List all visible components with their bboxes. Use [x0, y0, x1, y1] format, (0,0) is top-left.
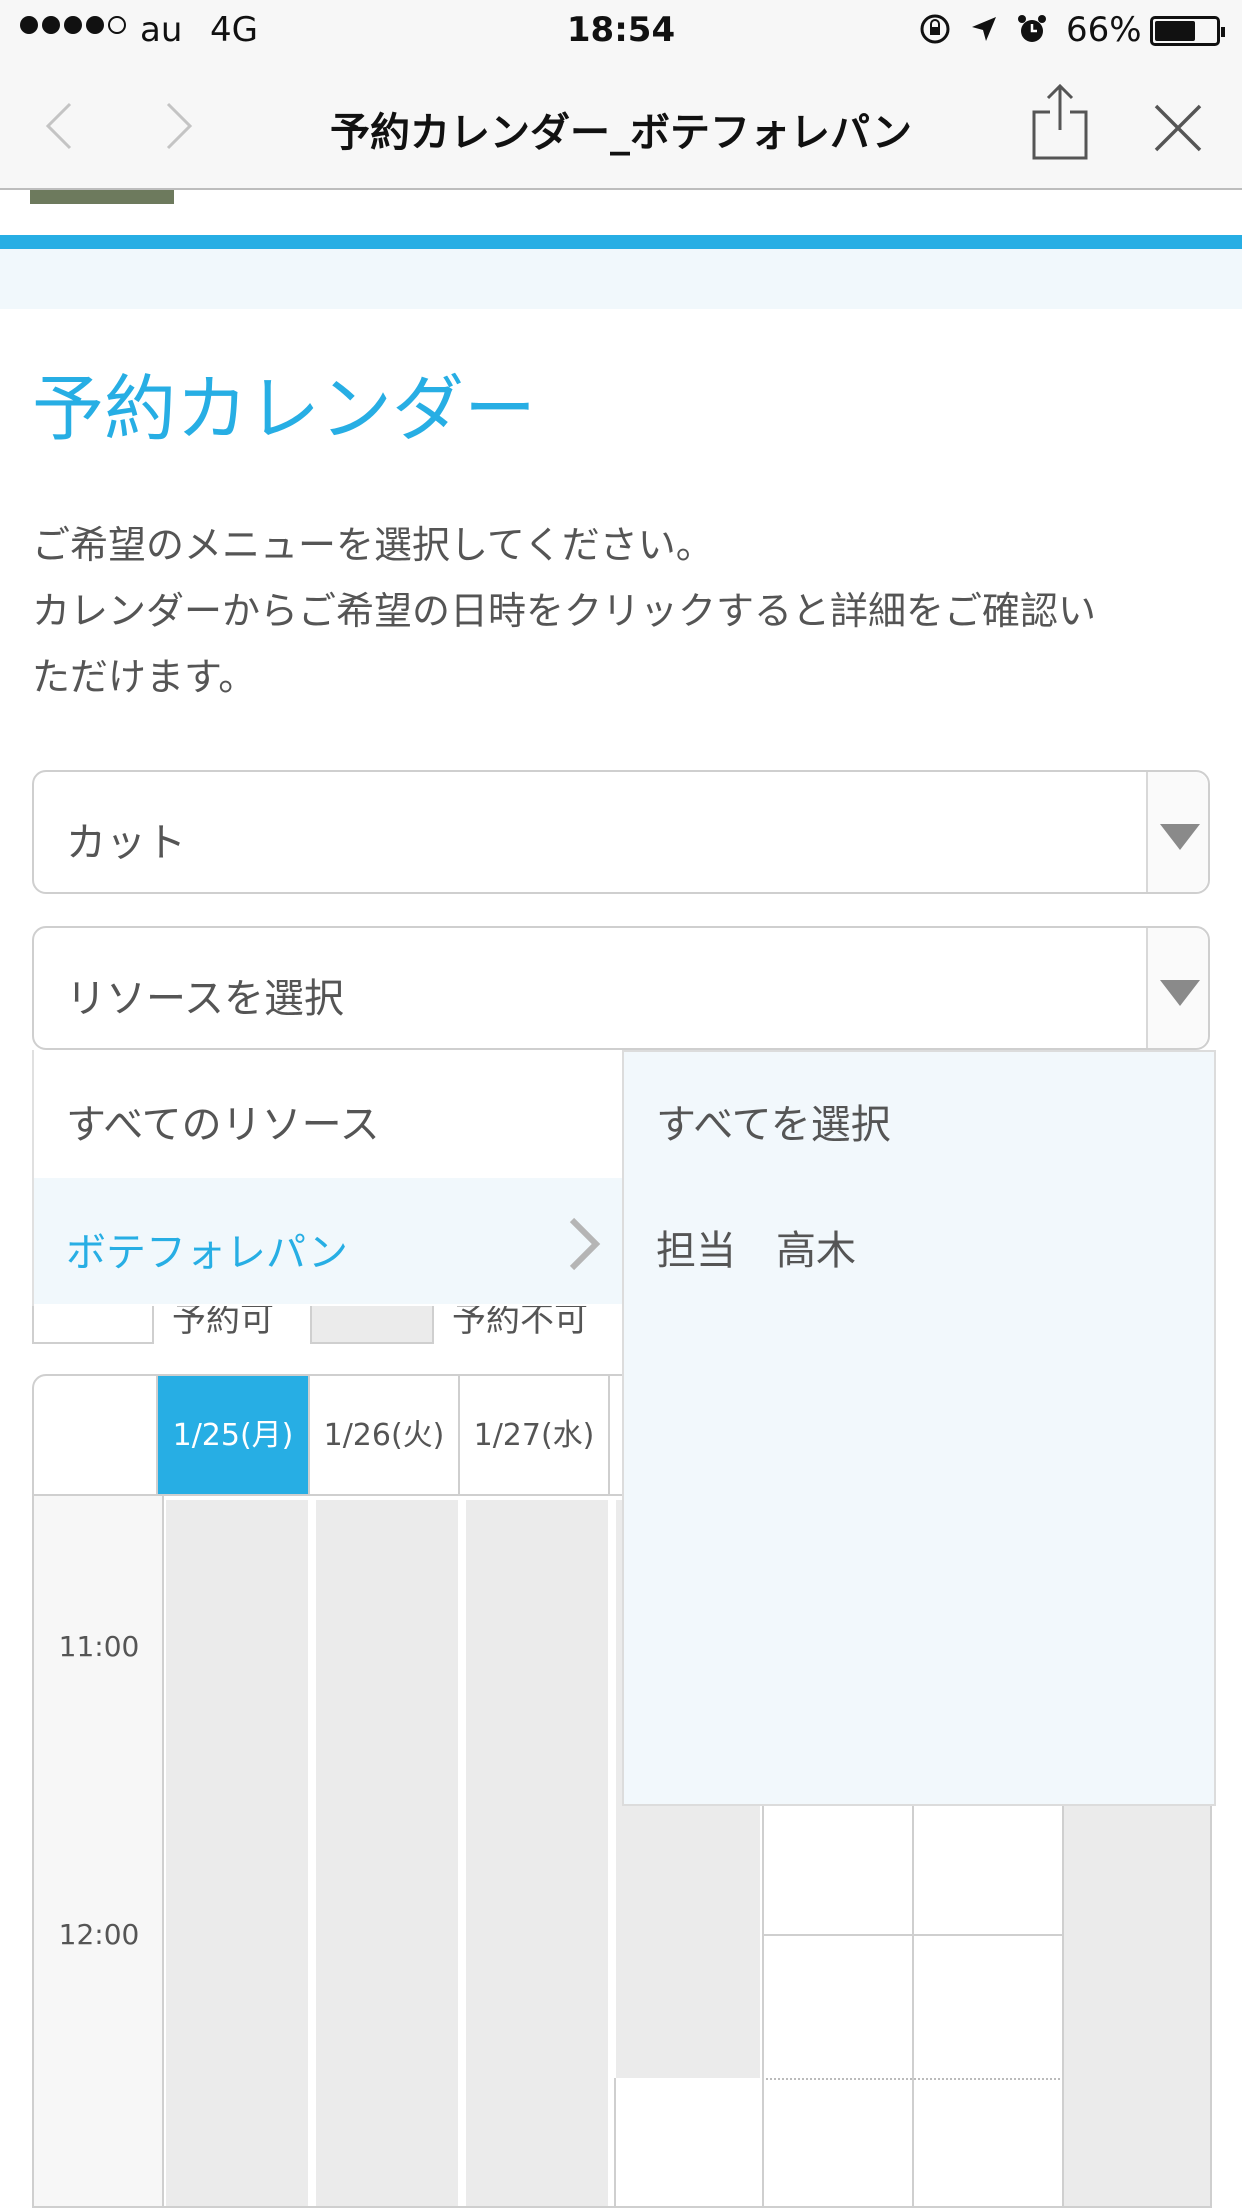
site-logo-thumbnail: [30, 190, 174, 204]
resource-dropdown: すべてのリソース ボテフォレパン すべてを選択 担当 高木: [32, 1050, 1216, 1806]
header-band: [0, 249, 1242, 309]
description-line: ただけます。: [32, 655, 257, 699]
description-line: カレンダーからご希望の日時をクリックすると詳細をご確認い: [32, 589, 1097, 633]
calendar-slot[interactable]: [912, 1934, 1064, 2206]
calendar-slot[interactable]: [762, 1934, 914, 2206]
select-all-option[interactable]: すべてを選択: [656, 1092, 891, 1150]
status-icons: [918, 12, 1048, 46]
close-icon[interactable]: [1152, 102, 1204, 154]
resource-group-list: すべてのリソース ボテフォレパン: [32, 1050, 624, 1306]
accent-bar: [0, 235, 1242, 249]
page-description: ご希望のメニューを選択してください。 カレンダーからご希望の日時をクリックすると…: [32, 512, 1222, 710]
menu-select-toggle[interactable]: [1146, 772, 1208, 892]
resource-select[interactable]: リソースを選択: [32, 926, 1210, 1050]
status-bar: au 4G 18:54 66%: [0, 0, 1242, 62]
resource-select-toggle[interactable]: [1146, 928, 1208, 1048]
share-icon[interactable]: [1030, 82, 1090, 162]
location-arrow-icon: [972, 17, 996, 41]
dropdown-arrow-icon: [1160, 980, 1200, 1006]
battery-icon: [1150, 16, 1225, 46]
time-label-12: 12:00: [58, 1918, 140, 1951]
dropdown-arrow-icon: [1160, 824, 1200, 850]
battery-percent: 66%: [1066, 10, 1142, 50]
resource-group-all[interactable]: すべてのリソース: [34, 1050, 624, 1176]
browser-nav-bar: 予約カレンダー_ボテフォレパン: [0, 62, 1242, 190]
resource-select-value: リソースを選択: [66, 976, 344, 1022]
description-line: ご希望のメニューを選択してください。: [32, 523, 714, 567]
chevron-right-icon: [569, 1217, 601, 1271]
status-time: 18:54: [566, 10, 676, 50]
calendar-slot[interactable]: [614, 2078, 764, 2206]
resource-option-list: すべてを選択 担当 高木: [622, 1050, 1216, 1806]
resource-group-label: すべてのリソース: [66, 1102, 380, 1148]
page-title: 予約カレンダー: [32, 367, 537, 451]
menu-select[interactable]: カット: [32, 770, 1210, 894]
menu-select-value: カット: [66, 820, 186, 866]
resource-option-takagi[interactable]: 担当 高木: [656, 1218, 856, 1276]
resource-group-label: ボテフォレパン: [66, 1230, 348, 1276]
alarm-icon: [1018, 15, 1046, 42]
resource-group-botefore[interactable]: ボテフォレパン: [34, 1178, 624, 1304]
rotation-lock-icon: [920, 14, 950, 44]
